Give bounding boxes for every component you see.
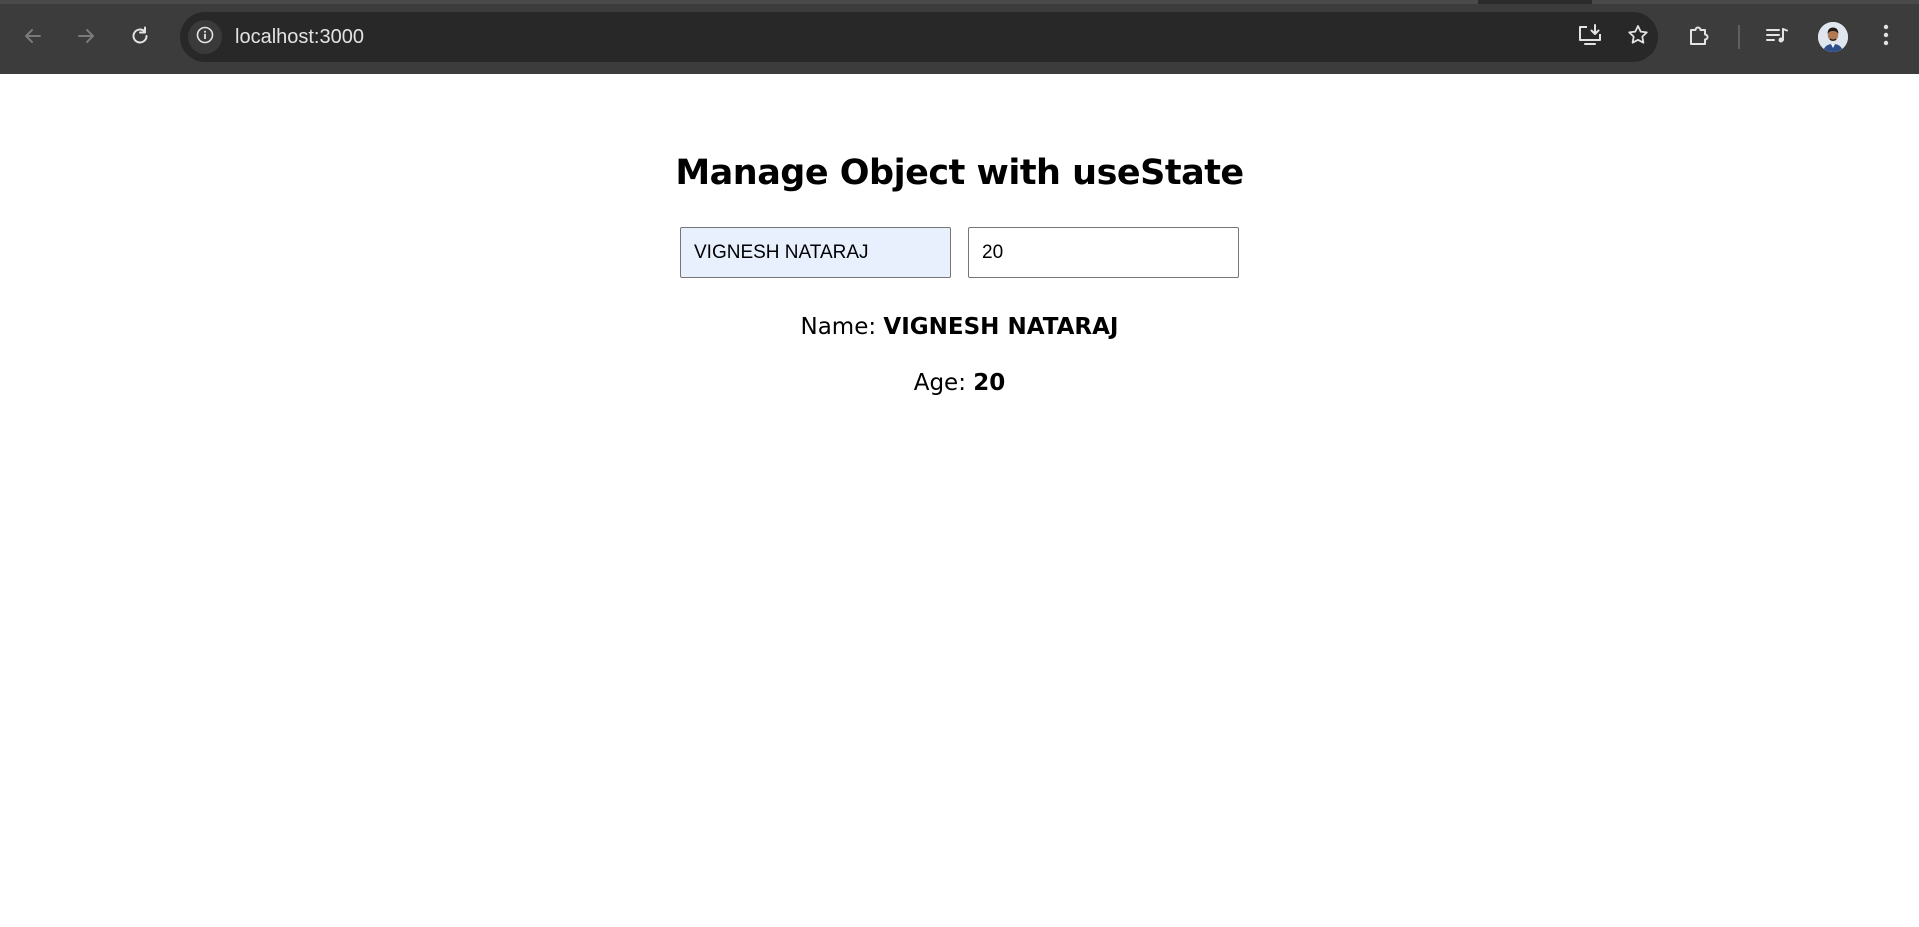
- tab-indicator: [0, 0, 1478, 4]
- bookmark-button[interactable]: [1622, 21, 1654, 53]
- name-display: Name: VIGNESH NATARAJ: [0, 312, 1919, 342]
- toolbar-divider: [1738, 25, 1740, 49]
- reload-button[interactable]: [122, 18, 158, 54]
- name-input[interactable]: [680, 227, 951, 278]
- age-input[interactable]: [968, 227, 1239, 278]
- browser-menu-button[interactable]: [1868, 19, 1904, 55]
- install-app-button[interactable]: [1574, 21, 1606, 53]
- forward-button[interactable]: [68, 18, 104, 54]
- arrow-left-icon: [22, 25, 44, 47]
- install-app-icon: [1577, 23, 1603, 51]
- reload-icon: [129, 25, 151, 47]
- page-title: Manage Object with useState: [675, 153, 1244, 193]
- back-button[interactable]: [15, 18, 51, 54]
- page-content: Manage Object with useState Name: VIGNES…: [0, 74, 1919, 927]
- avatar[interactable]: [1818, 22, 1848, 52]
- address-bar[interactable]: localhost:3000: [180, 12, 1658, 62]
- tab-strip: [0, 0, 1919, 4]
- url-text[interactable]: localhost:3000: [235, 26, 364, 48]
- browser-toolbar: localhost:3000: [0, 0, 1919, 74]
- extensions-button[interactable]: [1681, 19, 1717, 55]
- arrow-right-icon: [75, 25, 97, 47]
- puzzle-icon: [1686, 22, 1712, 52]
- name-label: Name:: [800, 314, 877, 340]
- age-display: Age: 20: [0, 368, 1919, 398]
- media-controls-button[interactable]: [1759, 19, 1795, 55]
- age-label: Age:: [913, 370, 966, 396]
- kebab-menu-icon: [1882, 23, 1890, 51]
- star-icon: [1626, 23, 1650, 51]
- age-value: 20: [973, 370, 1006, 396]
- media-queue-icon: [1764, 22, 1790, 52]
- site-info-button[interactable]: [188, 20, 222, 54]
- info-icon: [196, 26, 214, 48]
- tab-indicator: [1592, 0, 1919, 4]
- name-value: VIGNESH NATARAJ: [883, 314, 1119, 340]
